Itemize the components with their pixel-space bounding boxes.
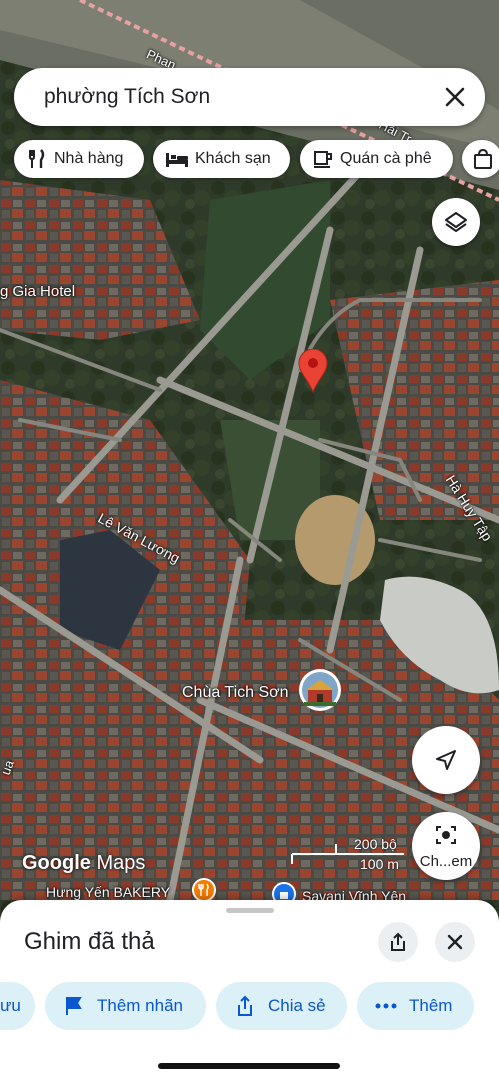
hotel-label[interactable]: g Gia Hotel — [0, 283, 75, 300]
more-text: Thêm — [409, 996, 453, 1015]
restaurant-marker-icon[interactable] — [192, 878, 216, 902]
save-label: ưu — [0, 996, 21, 1015]
camera-lens-icon — [436, 826, 456, 844]
chip-hotels[interactable]: Khách sạn — [153, 140, 290, 178]
share-text: Chia sẻ — [268, 996, 326, 1015]
dropped-pin-icon[interactable] — [298, 349, 328, 393]
home-indicator[interactable] — [158, 1063, 340, 1069]
map-scale: 200 bộ 100 m — [290, 836, 406, 874]
more-dots-icon — [375, 1003, 397, 1009]
fork-knife-icon — [29, 149, 45, 168]
layers-button[interactable] — [432, 198, 480, 246]
lens-label: Ch...em — [419, 853, 473, 870]
chip-restaurants[interactable]: Nhà hàng — [14, 140, 144, 178]
shopping-bag-icon — [474, 148, 492, 169]
lens-button[interactable]: Ch...em — [412, 812, 480, 880]
bakery-label[interactable]: Hưng Yến BAKERY — [46, 884, 170, 900]
google-wordmark: Google — [22, 852, 91, 874]
layers-icon — [445, 212, 467, 232]
sheet-drag-handle[interactable] — [226, 908, 274, 913]
share-button[interactable]: Chia sẻ — [216, 982, 347, 1030]
save-button[interactable]: ưu — [0, 982, 35, 1030]
add-label-button[interactable]: Thêm nhãn — [45, 982, 206, 1030]
bed-icon — [166, 153, 188, 167]
scale-meters: 100 m — [360, 856, 399, 872]
chip-shopping[interactable] — [462, 140, 499, 178]
chip-label: Nhà hàng — [54, 150, 124, 167]
close-icon — [447, 934, 463, 950]
chip-label: Khách sạn — [195, 150, 271, 167]
share-icon-button[interactable] — [378, 922, 418, 962]
navigation-arrow-icon — [436, 750, 456, 770]
chip-label: Quán cà phê — [340, 150, 432, 167]
maps-wordmark: Maps — [96, 852, 146, 874]
pagoda-photo-icon[interactable] — [298, 668, 342, 712]
bottom-sheet[interactable]: Ghim đã thả ưu Thêm nhãn Chia sẻ Thêm — [0, 900, 499, 1080]
sheet-title: Ghim đã thả — [24, 928, 155, 955]
search-query[interactable]: phường Tích Sơn — [44, 85, 210, 109]
coffee-cup-icon — [314, 151, 332, 168]
search-bar[interactable]: phường Tích Sơn — [14, 68, 485, 126]
upload-share-icon — [391, 932, 405, 951]
more-button[interactable]: Thêm — [357, 982, 474, 1030]
pagoda-label[interactable]: Chùa Tich Sơn — [182, 684, 289, 702]
add-label-text: Thêm nhãn — [97, 996, 183, 1015]
chip-cafes[interactable]: Quán cà phê — [300, 140, 453, 178]
share-icon — [238, 995, 252, 1016]
close-sheet-button[interactable] — [435, 922, 475, 962]
flag-icon — [66, 997, 82, 1015]
google-maps-logo: Google Maps — [22, 852, 145, 875]
close-icon[interactable] — [441, 83, 469, 111]
my-location-button[interactable] — [412, 726, 480, 794]
